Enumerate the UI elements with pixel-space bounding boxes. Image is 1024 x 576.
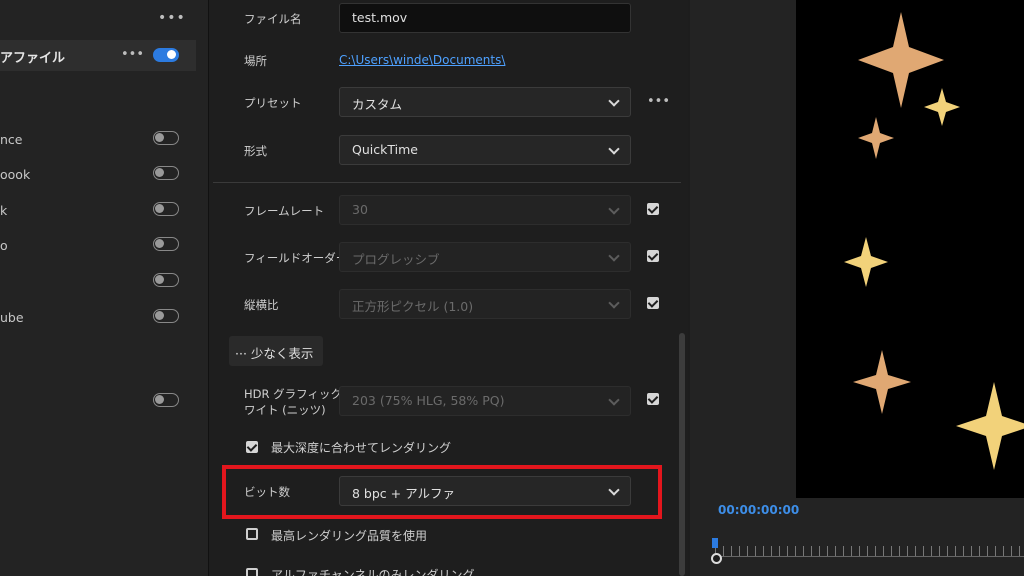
hdr-label-line1: HDR グラフィックホ xyxy=(244,387,354,401)
scrollbar[interactable] xyxy=(679,333,685,576)
preset-more-icon[interactable]: ••• xyxy=(647,94,670,109)
preset-item-label[interactable]: oook xyxy=(0,167,30,182)
sparkle-star-icon xyxy=(844,237,888,287)
timeline-track[interactable] xyxy=(715,556,1024,557)
field-order-value: プログレッシブ xyxy=(352,252,440,267)
preset-more-icon[interactable]: ••• xyxy=(121,47,144,62)
hdr-select[interactable]: 203 (75% HLG, 58% PQ) xyxy=(339,386,631,416)
show-less-button[interactable]: ··· 少なく表示 xyxy=(229,336,323,366)
scrubber-handle[interactable] xyxy=(711,553,722,564)
chevron-down-icon xyxy=(608,143,620,155)
alpha-only-label: アルファチャンネルのみレンダリング xyxy=(271,568,475,576)
location-link[interactable]: C:\Users\winde\Documents\ xyxy=(339,53,505,67)
format-label: 形式 xyxy=(244,144,267,158)
sparkle-stars-image xyxy=(844,12,1024,470)
max-quality-checkbox[interactable] xyxy=(246,528,258,540)
preset-item-label[interactable]: k xyxy=(0,203,7,218)
preset-toggle[interactable] xyxy=(153,131,179,145)
preset-toggle[interactable] xyxy=(153,273,179,287)
preset-panel: ••• アファイル ••• nce oook k o ube xyxy=(0,0,208,576)
frame-rate-label: フレームレート xyxy=(244,204,325,218)
preview-panel: 00:00:00:00 xyxy=(690,0,1024,576)
preset-label: プリセット xyxy=(244,96,302,110)
max-depth-label: 最大深度に合わせてレンダリング xyxy=(271,441,452,455)
chevron-down-icon xyxy=(608,250,620,262)
aspect-match-checkbox[interactable] xyxy=(647,297,659,309)
preset-item-label[interactable]: o xyxy=(0,238,8,253)
sparkle-star-icon xyxy=(858,117,894,159)
format-value: QuickTime xyxy=(352,142,418,157)
max-depth-checkbox[interactable] xyxy=(246,441,258,453)
alpha-only-checkbox[interactable] xyxy=(246,568,258,576)
highlight-box xyxy=(222,465,662,519)
field-order-match-checkbox[interactable] xyxy=(647,250,659,262)
chevron-down-icon xyxy=(608,394,620,406)
preset-toggle[interactable] xyxy=(153,393,179,407)
field-order-select[interactable]: プログレッシブ xyxy=(339,242,631,272)
preset-toggle[interactable] xyxy=(153,202,179,216)
sparkle-star-icon xyxy=(956,382,1024,470)
panel-more-icon[interactable]: ••• xyxy=(158,10,186,26)
sparkle-star-icon xyxy=(853,350,911,414)
timeline-ruler[interactable] xyxy=(715,546,1024,556)
sparkle-star-icon xyxy=(858,12,944,108)
filename-label: ファイル名 xyxy=(244,12,302,26)
sparkle-star-icon xyxy=(924,88,960,126)
preset-select[interactable]: カスタム xyxy=(339,87,631,117)
field-order-label: フィールドオーダー xyxy=(244,251,348,265)
preset-toggle[interactable] xyxy=(153,166,179,180)
preset-value: カスタム xyxy=(352,97,403,112)
location-label: 場所 xyxy=(244,54,267,68)
aspect-select[interactable]: 正方形ピクセル (1.0) xyxy=(339,289,631,319)
preset-item-label[interactable]: nce xyxy=(0,132,23,147)
preset-toggle[interactable] xyxy=(153,309,179,323)
filename-input[interactable]: test.mov xyxy=(339,3,631,33)
chevron-down-icon xyxy=(608,95,620,107)
hdr-value: 203 (75% HLG, 58% PQ) xyxy=(352,393,505,408)
format-select[interactable]: QuickTime xyxy=(339,135,631,165)
frame-rate-value: 30 xyxy=(352,202,368,217)
preset-toggle[interactable] xyxy=(153,48,179,62)
preset-item-label[interactable]: ube xyxy=(0,310,24,325)
hdr-label: HDR グラフィックホ ワイト (ニッツ) xyxy=(244,386,353,418)
export-settings-panel: ファイル名 test.mov 場所 C:\Users\winde\Documen… xyxy=(208,0,688,576)
timecode: 00:00:00:00 xyxy=(718,503,800,517)
hdr-match-checkbox[interactable] xyxy=(647,393,659,405)
preset-item-selected[interactable]: アファイル ••• xyxy=(0,40,196,71)
preset-item-label: アファイル xyxy=(0,51,66,66)
chevron-down-icon xyxy=(608,203,620,215)
max-quality-label: 最高レンダリング品質を使用 xyxy=(271,529,428,543)
playhead-marker[interactable] xyxy=(712,538,718,548)
aspect-label: 縦横比 xyxy=(244,298,279,312)
hdr-label-line2: ワイト (ニッツ) xyxy=(244,403,326,417)
chevron-down-icon xyxy=(608,297,620,309)
section-divider xyxy=(213,182,681,183)
preset-toggle[interactable] xyxy=(153,237,179,251)
frame-rate-select[interactable]: 30 xyxy=(339,195,631,225)
aspect-value: 正方形ピクセル (1.0) xyxy=(352,299,474,314)
frame-rate-match-checkbox[interactable] xyxy=(647,203,659,215)
video-preview xyxy=(796,0,1024,498)
